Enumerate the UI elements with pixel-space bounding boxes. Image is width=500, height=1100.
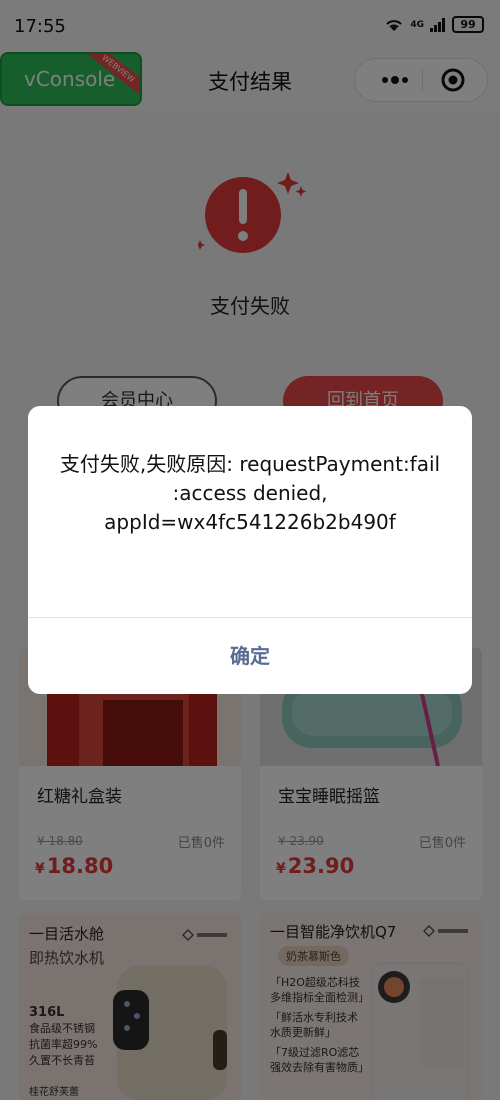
dialog-message: 支付失败,失败原因: requestPayment:fail :access d… bbox=[59, 452, 441, 534]
error-dialog: 支付失败,失败原因: requestPayment:fail :access d… bbox=[28, 406, 472, 694]
confirm-button[interactable]: 确定 bbox=[28, 618, 472, 694]
